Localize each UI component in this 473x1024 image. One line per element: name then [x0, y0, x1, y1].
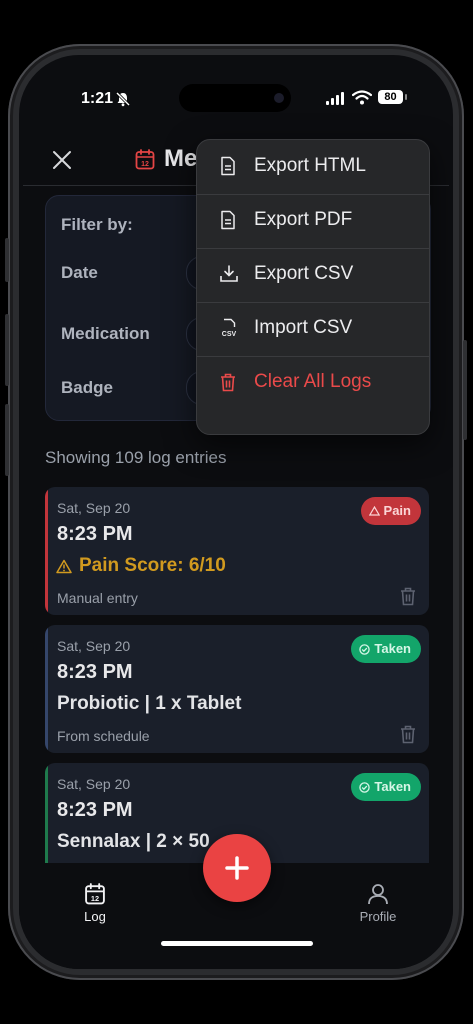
svg-text:CSV: CSV: [222, 331, 237, 338]
menu-item-export-csv[interactable]: Export CSV: [197, 248, 429, 303]
file-text-icon: [221, 210, 235, 230]
entry-date: Sat, Sep 20: [57, 638, 131, 654]
menu-item-label: Clear All Logs: [254, 371, 372, 392]
entry-stripe: [45, 487, 48, 615]
menu-item-clear-all-logs[interactable]: Clear All Logs: [197, 356, 429, 410]
status-badge: Pain: [360, 497, 421, 525]
menu-item-label: Export HTML: [254, 155, 366, 176]
entry-stripe: [45, 625, 48, 753]
warning-icon: [56, 559, 72, 574]
menu-item-label: Export CSV: [254, 263, 354, 284]
tab-profile[interactable]: Profile: [338, 883, 418, 924]
trash-icon[interactable]: [399, 724, 417, 744]
menu-item-import-csv[interactable]: CSV Import CSV: [197, 302, 429, 357]
log-entry[interactable]: Sat, Sep 20 8:23 PM Pain Score: 6/10 Man…: [45, 487, 429, 615]
menu-item-export-pdf[interactable]: Export PDF: [197, 194, 429, 249]
menu-item-export-html[interactable]: Export HTML: [197, 140, 429, 195]
entry-source: From schedule: [57, 728, 150, 744]
trash-icon[interactable]: [399, 586, 417, 606]
tab-profile-label: Profile: [359, 909, 397, 924]
filter-title: Filter by:: [61, 215, 133, 234]
power-button: [463, 340, 467, 440]
badge-label: Taken: [374, 641, 411, 656]
volume-down-button: [5, 404, 9, 476]
badge-label: Taken: [374, 779, 411, 794]
plus-icon: [225, 856, 249, 880]
battery-icon: 80: [378, 90, 403, 104]
entry-time: 8:23 PM: [57, 799, 133, 821]
svg-text:12: 12: [91, 894, 99, 903]
battery-cap: [405, 94, 407, 100]
calendar-icon: 12: [135, 149, 155, 170]
tab-log-label: Log: [84, 909, 106, 924]
app-screen: 1:21 80 12 Me Filter by: Date Medication…: [19, 55, 453, 969]
file-text-icon: [221, 156, 235, 176]
entry-source: Manual entry: [57, 590, 138, 606]
entries-count: Showing 109 log entries: [45, 448, 227, 467]
trash-icon: [221, 373, 235, 392]
csv-file-icon: CSV: [222, 318, 237, 338]
entry-description: Probiotic | 1 x Tablet: [57, 693, 242, 714]
status-badge: Taken: [351, 635, 421, 663]
silent-switch: [5, 238, 9, 282]
entry-time: 8:23 PM: [57, 661, 133, 683]
bell-slash-icon: [115, 91, 131, 107]
page-title: Me: [164, 145, 198, 172]
check-circle-icon: [359, 643, 371, 655]
menu-item-label: Import CSV: [254, 317, 353, 338]
entry-date: Sat, Sep 20: [57, 500, 131, 516]
menu-item-label: Export PDF: [254, 209, 353, 230]
entry-description: Pain Score: 6/10: [79, 555, 226, 576]
close-icon[interactable]: [49, 147, 75, 173]
status-bar: 1:21 80: [19, 55, 453, 115]
home-indicator: [161, 941, 313, 946]
tab-log[interactable]: 12 Log: [55, 883, 135, 924]
filter-medication-label: Medication: [61, 324, 150, 343]
entry-date: Sat, Sep 20: [57, 776, 131, 792]
entry-time: 8:23 PM: [57, 523, 133, 545]
volume-up-button: [5, 314, 9, 386]
entry-description: Sennalax | 2 × 50: [57, 831, 210, 852]
export-menu: Export HTML Export PDF Export CSV CSV Im…: [196, 139, 430, 435]
cellular-signal-icon: [326, 92, 344, 105]
filter-badge-label: Badge: [61, 378, 113, 397]
check-circle-icon: [359, 781, 371, 793]
add-entry-button[interactable]: [203, 834, 271, 902]
wifi-icon: [352, 90, 372, 105]
status-badge: Taken: [351, 773, 421, 801]
status-time: 1:21: [81, 90, 114, 107]
log-entry[interactable]: Sat, Sep 20 8:23 PM Probiotic | 1 x Tabl…: [45, 625, 429, 753]
camera-icon: [274, 93, 284, 103]
warning-icon: [368, 506, 380, 516]
user-icon: [368, 884, 388, 905]
svg-text:12: 12: [141, 161, 149, 168]
calendar-icon: 12: [85, 883, 105, 905]
download-tray-icon: [220, 265, 238, 282]
badge-label: Pain: [383, 503, 411, 518]
filter-date-label: Date: [61, 263, 98, 282]
